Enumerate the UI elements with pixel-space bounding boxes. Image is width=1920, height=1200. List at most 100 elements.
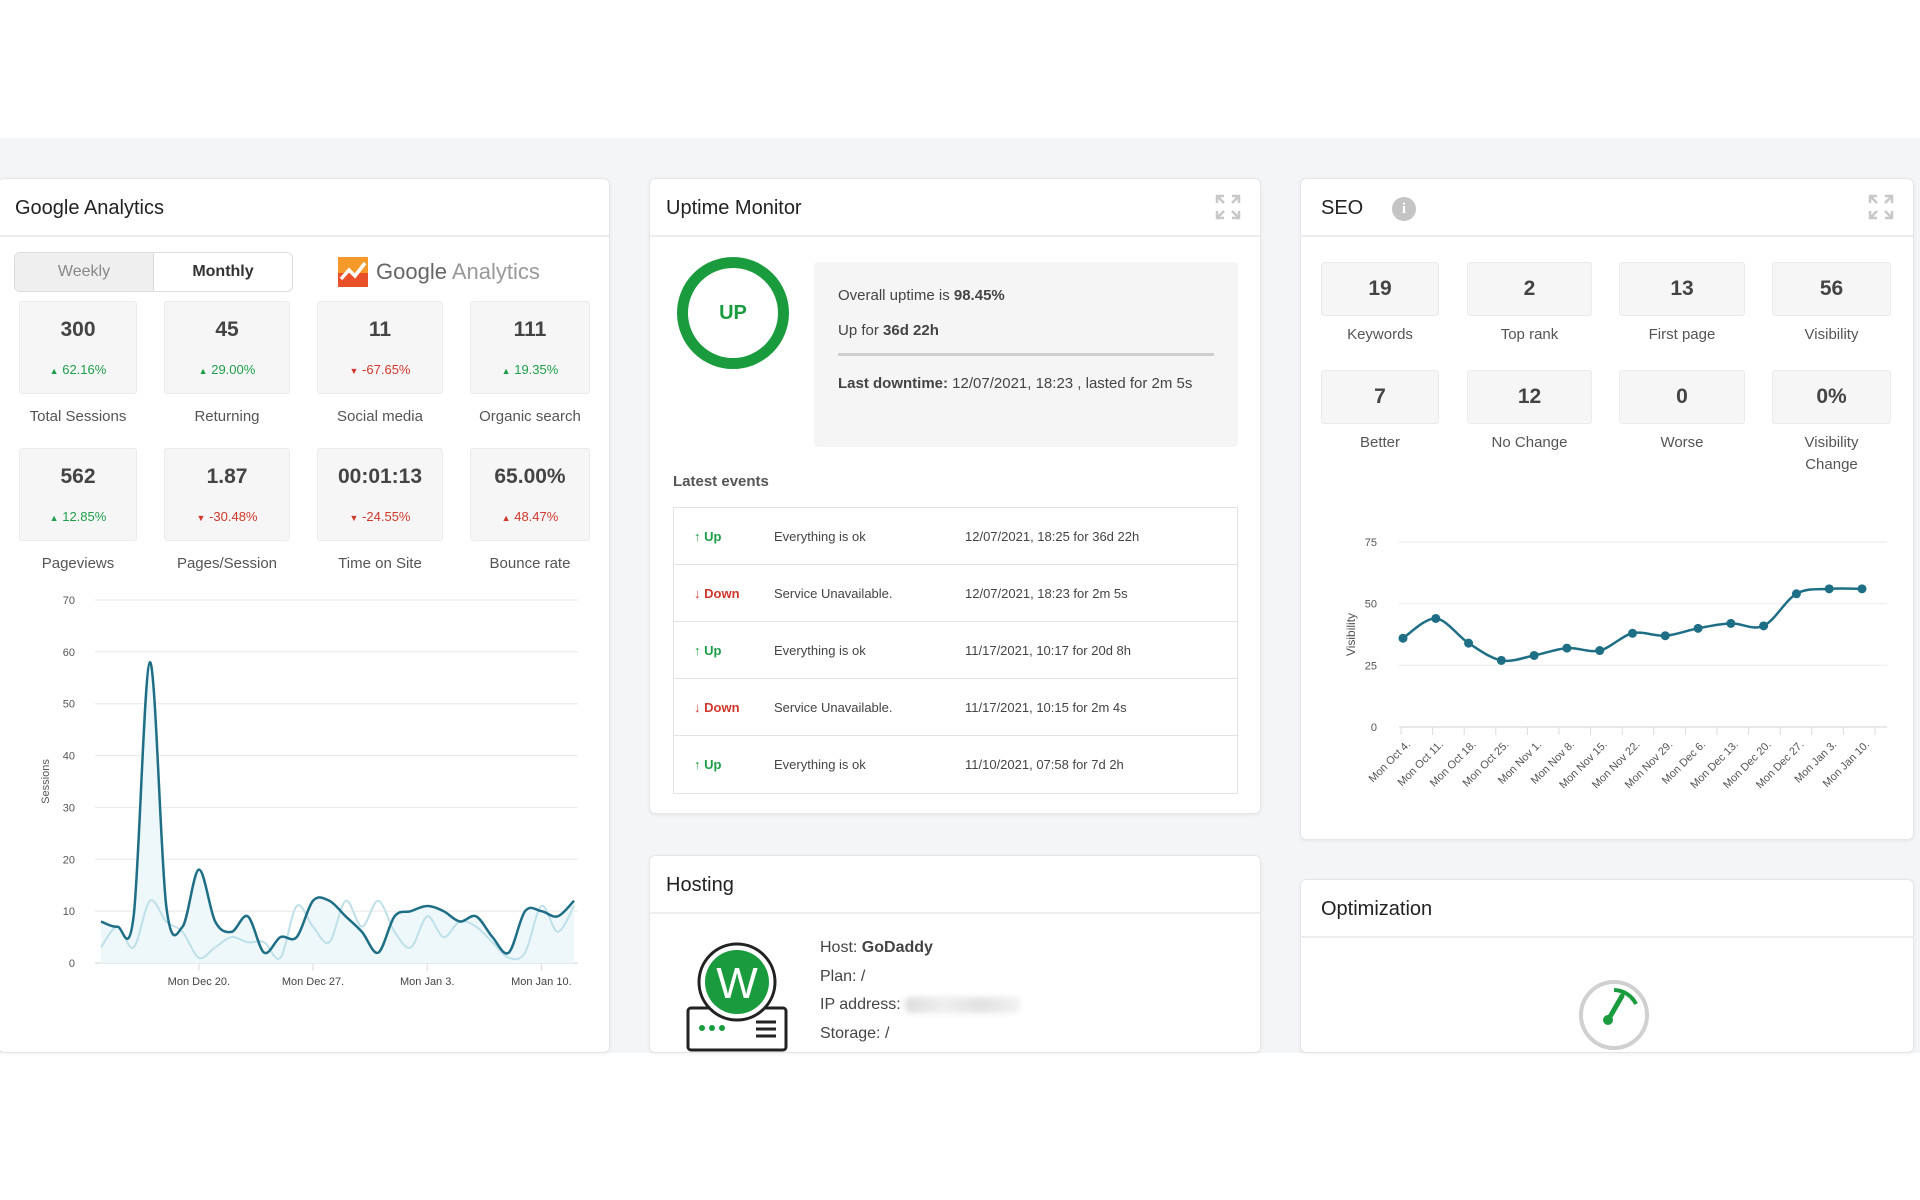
seo-stat-card: 0% Visibility Change <box>1772 370 1891 476</box>
stat-value: 19 <box>1368 277 1392 300</box>
event-status: ↑ Up <box>674 757 774 772</box>
trend-arrow-icon: ▼ <box>349 513 359 523</box>
data-point <box>1595 646 1605 656</box>
event-status: ↑ Up <box>674 643 774 658</box>
uptime-status-circle: UP <box>677 257 789 369</box>
expand-icon[interactable] <box>1214 193 1242 221</box>
trend-arrow-icon: ▲ <box>501 366 511 376</box>
y-tick-label: 30 <box>63 802 75 814</box>
stat-label: Returning <box>194 408 260 425</box>
info-icon[interactable]: i <box>1392 197 1416 221</box>
divider <box>838 353 1214 356</box>
stat-value: 13 <box>1670 277 1694 300</box>
ga-stat-card: 65.00% ▲ 48.47% Bounce rate <box>470 448 590 575</box>
x-tick-label: Mon Jan 3. <box>400 976 454 988</box>
ip-label: IP address: <box>820 996 906 1013</box>
stat-change: ▲ 19.35% <box>502 362 559 377</box>
ga-stat-box: 00:01:13 ▼ -24.55% <box>317 448 443 541</box>
stat-change: ▲ 48.47% <box>502 509 559 524</box>
event-row: ↑ Up Everything is ok 12/07/2021, 18:25 … <box>674 508 1237 565</box>
speedometer-icon <box>1579 980 1649 1050</box>
uptime-monitor-panel: Uptime Monitor UP Overall uptime is 98.4… <box>649 178 1261 814</box>
trend-arrow-icon: ▲ <box>49 513 59 523</box>
visibility-line <box>1402 587 1863 663</box>
google-analytics-logo: Google Analytics <box>338 255 540 289</box>
ga-stat-box: 300 ▲ 62.16% <box>19 301 137 394</box>
event-message: Service Unavailable. <box>774 699 893 715</box>
stat-label: Organic search <box>479 408 581 425</box>
event-time: 11/17/2021, 10:17 for 20d 8h <box>965 642 1132 658</box>
stat-value: 7 <box>1374 385 1386 408</box>
stat-label: Total Sessions <box>29 408 127 425</box>
y-tick-label: 60 <box>63 647 75 659</box>
seo-stat-card: 13 First page <box>1619 262 1745 346</box>
dashboard-area: Google Analytics Weekly Monthly Google A… <box>0 138 1920 1053</box>
x-tick-label: Mon Jan 10. <box>511 976 572 988</box>
stat-value: 300 <box>60 318 96 341</box>
y-axis-label: Visibility <box>1344 613 1358 656</box>
data-point <box>1791 589 1801 599</box>
panel-title: Optimization <box>1321 898 1433 920</box>
storage-value: / <box>884 1024 890 1042</box>
stat-change-value: 48.47% <box>514 509 559 524</box>
expand-icon[interactable] <box>1867 193 1895 221</box>
event-message: Everything is ok <box>774 528 866 544</box>
ga-stat-card: 300 ▲ 62.16% Total Sessions <box>19 301 137 428</box>
optimization-panel: Optimization <box>1300 879 1914 1053</box>
plan-value: / <box>860 967 866 985</box>
data-point <box>1660 631 1670 641</box>
arrow-down-icon: ↓ <box>694 699 701 715</box>
ga-stat-card: 45 ▲ 29.00% Returning <box>164 301 290 428</box>
y-tick-label: 0 <box>69 958 75 970</box>
data-point <box>1431 613 1441 623</box>
stat-value: 0% <box>1816 385 1847 408</box>
data-point <box>1759 621 1769 631</box>
ga-stat-box: 111 ▲ 19.35% <box>470 301 590 394</box>
data-point <box>1562 643 1572 653</box>
host-row: Host: GoDaddy <box>820 934 1020 963</box>
event-status-label: Up <box>704 642 722 658</box>
plan-row: Plan: / <box>820 963 1020 992</box>
panel-title: Uptime Monitor <box>666 197 802 219</box>
x-tick-label: Mon Dec 20. <box>168 976 230 988</box>
y-tick-label: 10 <box>63 906 75 918</box>
stat-value: 45 <box>215 318 239 341</box>
seo-stat-box: 2 <box>1467 262 1592 316</box>
last-downtime-value: 12/07/2021, 18:23 , lasted for 2m 5s <box>948 375 1193 392</box>
y-axis-label: Sessions <box>41 759 52 804</box>
ga-stat-box: 11 ▼ -67.65% <box>317 301 443 394</box>
weekly-button[interactable]: Weekly <box>15 253 154 291</box>
event-status: ↓ Down <box>674 586 774 601</box>
stat-value: 1.87 <box>206 465 248 488</box>
seo-stat-card: 12 No Change <box>1467 370 1592 454</box>
event-message: Everything is ok <box>774 642 866 658</box>
stat-change-value: 12.85% <box>62 509 107 524</box>
latest-events-title: Latest events <box>673 473 769 490</box>
overall-uptime: Overall uptime is 98.45% <box>838 286 1214 306</box>
stat-change-value: -30.48% <box>209 509 258 524</box>
ga-stat-card: 562 ▲ 12.85% Pageviews <box>19 448 137 575</box>
monthly-button[interactable]: Monthly <box>154 253 292 291</box>
wordpress-server-icon: W <box>686 942 788 1052</box>
seo-stat-box: 0% <box>1772 370 1891 424</box>
up-for-value: 36d 22h <box>883 322 939 339</box>
event-row: ↓ Down Service Unavailable. 12/07/2021, … <box>674 565 1237 622</box>
trend-arrow-icon: ▼ <box>349 366 359 376</box>
stat-change: ▼ -30.48% <box>197 509 258 524</box>
stat-change-value: -67.65% <box>362 362 411 377</box>
data-point <box>1529 650 1539 660</box>
x-tick-label: Mon Dec 27. <box>282 976 344 988</box>
stat-change-value: 62.16% <box>62 362 107 377</box>
plan-label: Plan: <box>820 967 861 985</box>
ga-stat-box: 65.00% ▲ 48.47% <box>470 448 590 541</box>
stat-change: ▲ 62.16% <box>50 362 107 377</box>
seo-stat-card: 2 Top rank <box>1467 262 1592 346</box>
panel-title: SEO <box>1321 197 1364 219</box>
stat-change: ▲ 12.85% <box>50 509 107 524</box>
google-analytics-logo-icon <box>338 257 368 287</box>
data-point <box>1628 628 1637 638</box>
overall-uptime-value: 98.45% <box>953 287 1005 304</box>
stat-label: Keywords <box>1347 326 1413 343</box>
seo-stat-card: 56 Visibility <box>1772 262 1891 346</box>
event-time: 11/17/2021, 10:15 for 2m 4s <box>965 699 1127 715</box>
